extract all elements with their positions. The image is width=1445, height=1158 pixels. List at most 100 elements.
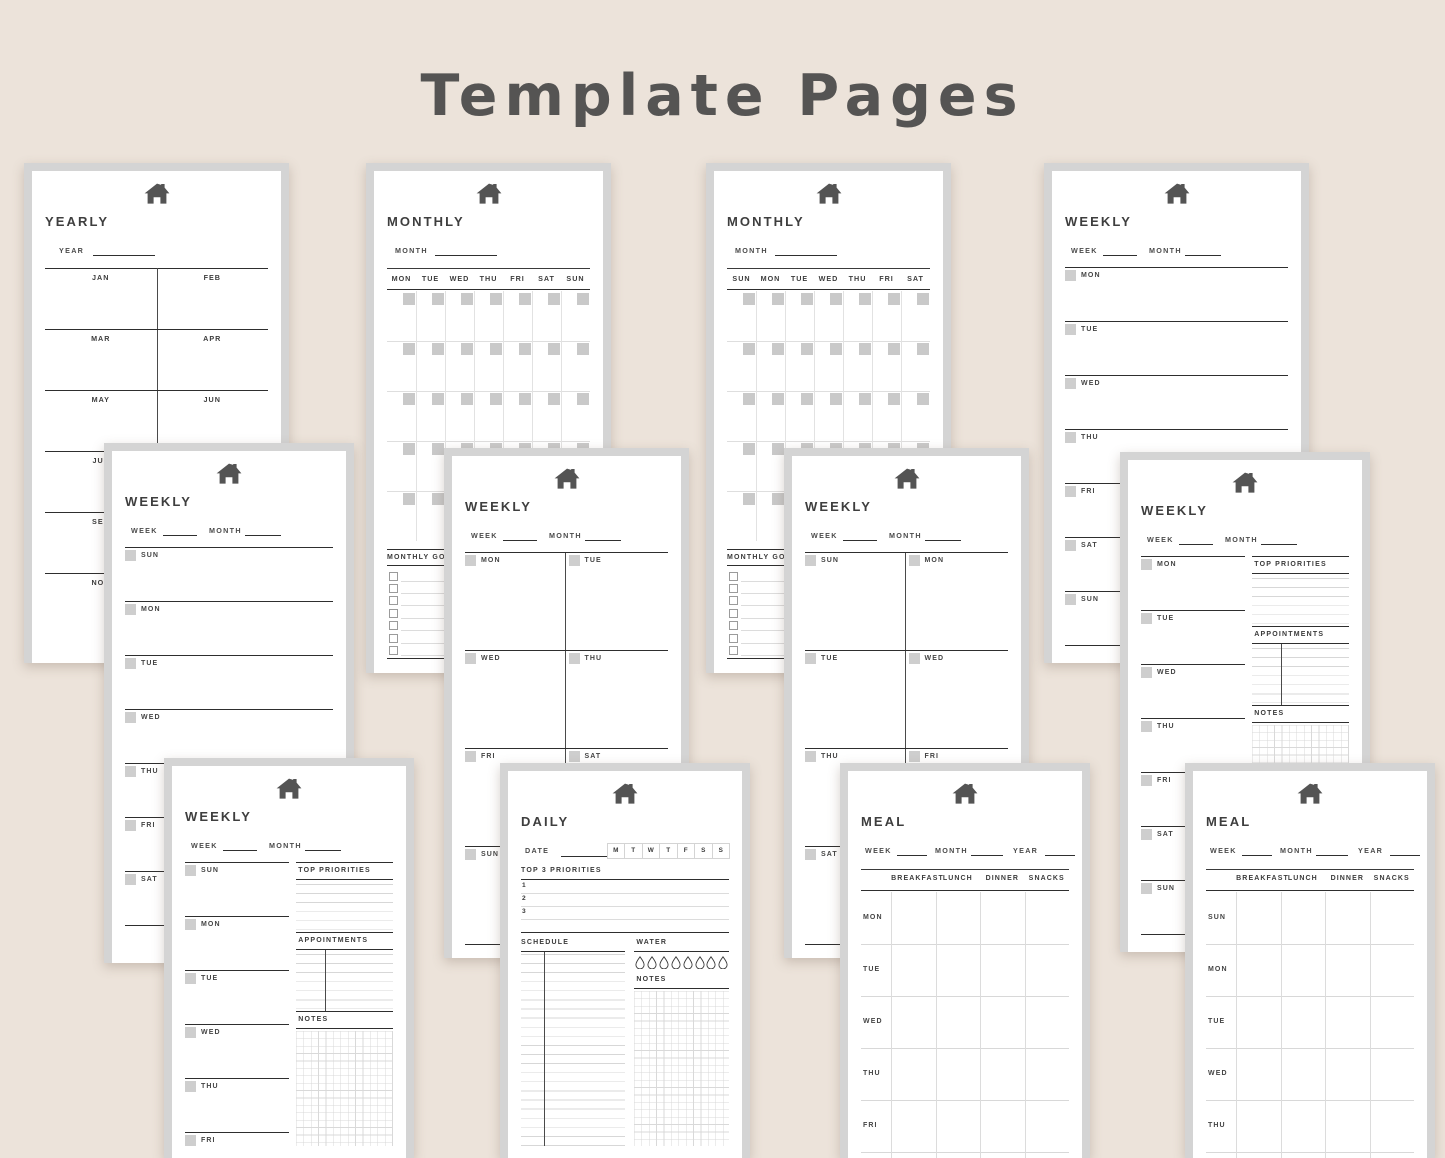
monthly-mon-date-box[interactable] bbox=[432, 293, 444, 305]
field-input-month-weekly-2col-mon[interactable] bbox=[585, 540, 621, 541]
daily-water-drop[interactable] bbox=[706, 956, 716, 970]
monthly-mon-date-box[interactable] bbox=[403, 343, 415, 355]
monthly-mon-date-box[interactable] bbox=[519, 393, 531, 405]
field-input-month-meal-sun[interactable] bbox=[1316, 855, 1348, 856]
daily-water-drop[interactable] bbox=[671, 956, 681, 970]
monthly-mon-date-box[interactable] bbox=[577, 393, 589, 405]
monthly-mon-date-box[interactable] bbox=[432, 443, 444, 455]
daily-water-drop[interactable] bbox=[659, 956, 669, 970]
monthly-sun-date-box[interactable] bbox=[830, 343, 842, 355]
monthly-mon-date-box[interactable] bbox=[461, 293, 473, 305]
monthly-sun-goal-checkbox[interactable] bbox=[729, 633, 738, 643]
monthly-sun-date-box[interactable] bbox=[830, 293, 842, 305]
monthly-mon-goal-checkbox[interactable] bbox=[389, 583, 398, 593]
monthly-sun-date-box[interactable] bbox=[859, 393, 871, 405]
daily-schedule-lines[interactable] bbox=[521, 954, 625, 1146]
monthly-sun-goal-checkbox[interactable] bbox=[729, 583, 738, 593]
monthly-sun-date-box[interactable] bbox=[743, 343, 755, 355]
field-input-week-weekly-list-mon[interactable] bbox=[1103, 255, 1137, 256]
monthly-sun-date-box[interactable] bbox=[801, 393, 813, 405]
template-sheet-daily[interactable]: DAILY DATE M T W T F S S TOP 3 PRIORITIES 1 2 3 SCHED… bbox=[500, 763, 750, 1158]
field-input-month-weekly-sidebar-sun[interactable] bbox=[305, 850, 341, 851]
monthly-mon-date-box[interactable] bbox=[577, 343, 589, 355]
monthly-sun-date-box[interactable] bbox=[772, 293, 784, 305]
monthly-sun-date-box[interactable] bbox=[801, 293, 813, 305]
monthly-mon-date-box[interactable] bbox=[548, 343, 560, 355]
daily-priority-line[interactable] bbox=[521, 893, 729, 894]
monthly-mon-date-box[interactable] bbox=[519, 343, 531, 355]
monthly-sun-date-box[interactable] bbox=[859, 343, 871, 355]
field-input-month-weekly-sidebar-mon[interactable] bbox=[1261, 544, 1297, 545]
field-input-month-weekly-list-mon[interactable] bbox=[1185, 255, 1221, 256]
monthly-mon-date-box[interactable] bbox=[490, 293, 502, 305]
monthly-mon-date-box[interactable] bbox=[461, 343, 473, 355]
monthly-sun-date-box[interactable] bbox=[743, 393, 755, 405]
daily-water-drop[interactable] bbox=[718, 956, 728, 970]
monthly-sun-date-box[interactable] bbox=[772, 393, 784, 405]
daily-day-toggle[interactable]: M bbox=[606, 843, 625, 859]
monthly-mon-date-box[interactable] bbox=[432, 343, 444, 355]
field-input-year-meal-sun[interactable] bbox=[1390, 855, 1420, 856]
monthly-mon-goal-checkbox[interactable] bbox=[389, 621, 398, 631]
monthly-sun-goal-checkbox[interactable] bbox=[729, 621, 738, 631]
monthly-sun-date-box[interactable] bbox=[743, 293, 755, 305]
template-sheet-weekly-sidebar-sun[interactable]: WEEKLYWEEKMONTHSUNMONTUEWEDTHUFRISATTOP … bbox=[164, 758, 414, 1158]
template-sheet-meal-mon[interactable]: MEAL WEEK MONTH YEAR BREAKFAST LUNCH DINNER SNA… bbox=[840, 763, 1090, 1158]
monthly-sun-date-box[interactable] bbox=[859, 293, 871, 305]
monthly-sun-date-box[interactable] bbox=[743, 443, 755, 455]
weekly-sidebar-sun-notes-grid[interactable] bbox=[296, 1031, 393, 1146]
field-input-week-weekly-list-sun[interactable] bbox=[163, 535, 197, 536]
daily-water-drop[interactable] bbox=[635, 956, 645, 970]
monthly-mon-goal-checkbox[interactable] bbox=[389, 571, 398, 581]
daily-day-toggle[interactable]: T bbox=[624, 843, 643, 859]
daily-day-toggle[interactable]: W bbox=[641, 843, 660, 859]
monthly-mon-date-box[interactable] bbox=[403, 443, 415, 455]
daily-day-toggle[interactable]: T bbox=[659, 843, 678, 859]
monthly-mon-date-box[interactable] bbox=[548, 393, 560, 405]
monthly-sun-date-box[interactable] bbox=[917, 293, 929, 305]
field-input-year-meal-mon[interactable] bbox=[1045, 855, 1075, 856]
field-input-week-weekly-2col-mon[interactable] bbox=[503, 540, 537, 541]
monthly-mon-date-box[interactable] bbox=[432, 493, 444, 505]
monthly-sun-date-box[interactable] bbox=[772, 493, 784, 505]
daily-water-drop[interactable] bbox=[647, 956, 657, 970]
daily-notes-grid[interactable] bbox=[634, 991, 729, 1146]
monthly-mon-date-box[interactable] bbox=[403, 493, 415, 505]
monthly-mon-date-box[interactable] bbox=[548, 293, 560, 305]
weekly-sidebar-mon-priorities-lines[interactable] bbox=[1252, 578, 1349, 624]
weekly-sidebar-mon-appointments-lines[interactable] bbox=[1252, 648, 1349, 703]
monthly-mon-date-box[interactable] bbox=[577, 293, 589, 305]
monthly-sun-date-box[interactable] bbox=[772, 443, 784, 455]
field-input-month-monthly-sun[interactable] bbox=[775, 255, 837, 256]
monthly-mon-date-box[interactable] bbox=[432, 393, 444, 405]
daily-priority-line[interactable] bbox=[521, 919, 729, 920]
daily-day-toggle[interactable]: S bbox=[711, 843, 730, 859]
monthly-sun-date-box[interactable] bbox=[830, 393, 842, 405]
monthly-mon-goal-checkbox[interactable] bbox=[389, 596, 398, 606]
daily-water-drop[interactable] bbox=[694, 956, 705, 970]
template-sheet-meal-sun[interactable]: MEAL WEEK MONTH YEAR BREAKFAST LUNCH DINNER SNA… bbox=[1185, 763, 1435, 1158]
field-input-month-weekly-2col-sun[interactable] bbox=[925, 540, 961, 541]
monthly-sun-date-box[interactable] bbox=[772, 343, 784, 355]
monthly-mon-date-box[interactable] bbox=[490, 343, 502, 355]
monthly-sun-date-box[interactable] bbox=[743, 493, 755, 505]
monthly-mon-date-box[interactable] bbox=[519, 293, 531, 305]
weekly-sidebar-sun-priorities-lines[interactable] bbox=[296, 884, 393, 930]
daily-day-toggle[interactable]: F bbox=[676, 843, 695, 859]
monthly-sun-date-box[interactable] bbox=[917, 343, 929, 355]
monthly-sun-goal-checkbox[interactable] bbox=[729, 571, 738, 581]
monthly-mon-date-box[interactable] bbox=[490, 393, 502, 405]
daily-day-toggle[interactable]: S bbox=[694, 843, 713, 859]
monthly-sun-goal-checkbox[interactable] bbox=[729, 608, 738, 618]
daily-priority-line[interactable] bbox=[521, 906, 729, 907]
weekly-sidebar-sun-appointments-lines[interactable] bbox=[296, 954, 393, 1009]
daily-water-drop[interactable] bbox=[683, 956, 693, 970]
monthly-sun-date-box[interactable] bbox=[917, 393, 929, 405]
monthly-mon-goal-checkbox[interactable] bbox=[389, 608, 398, 618]
field-input-month-weekly-list-sun[interactable] bbox=[245, 535, 281, 536]
monthly-mon-goal-checkbox[interactable] bbox=[389, 633, 398, 643]
monthly-sun-date-box[interactable] bbox=[888, 293, 900, 305]
monthly-sun-goal-checkbox[interactable] bbox=[729, 596, 738, 606]
field-input-month-meal-mon[interactable] bbox=[971, 855, 1003, 856]
monthly-sun-date-box[interactable] bbox=[888, 343, 900, 355]
